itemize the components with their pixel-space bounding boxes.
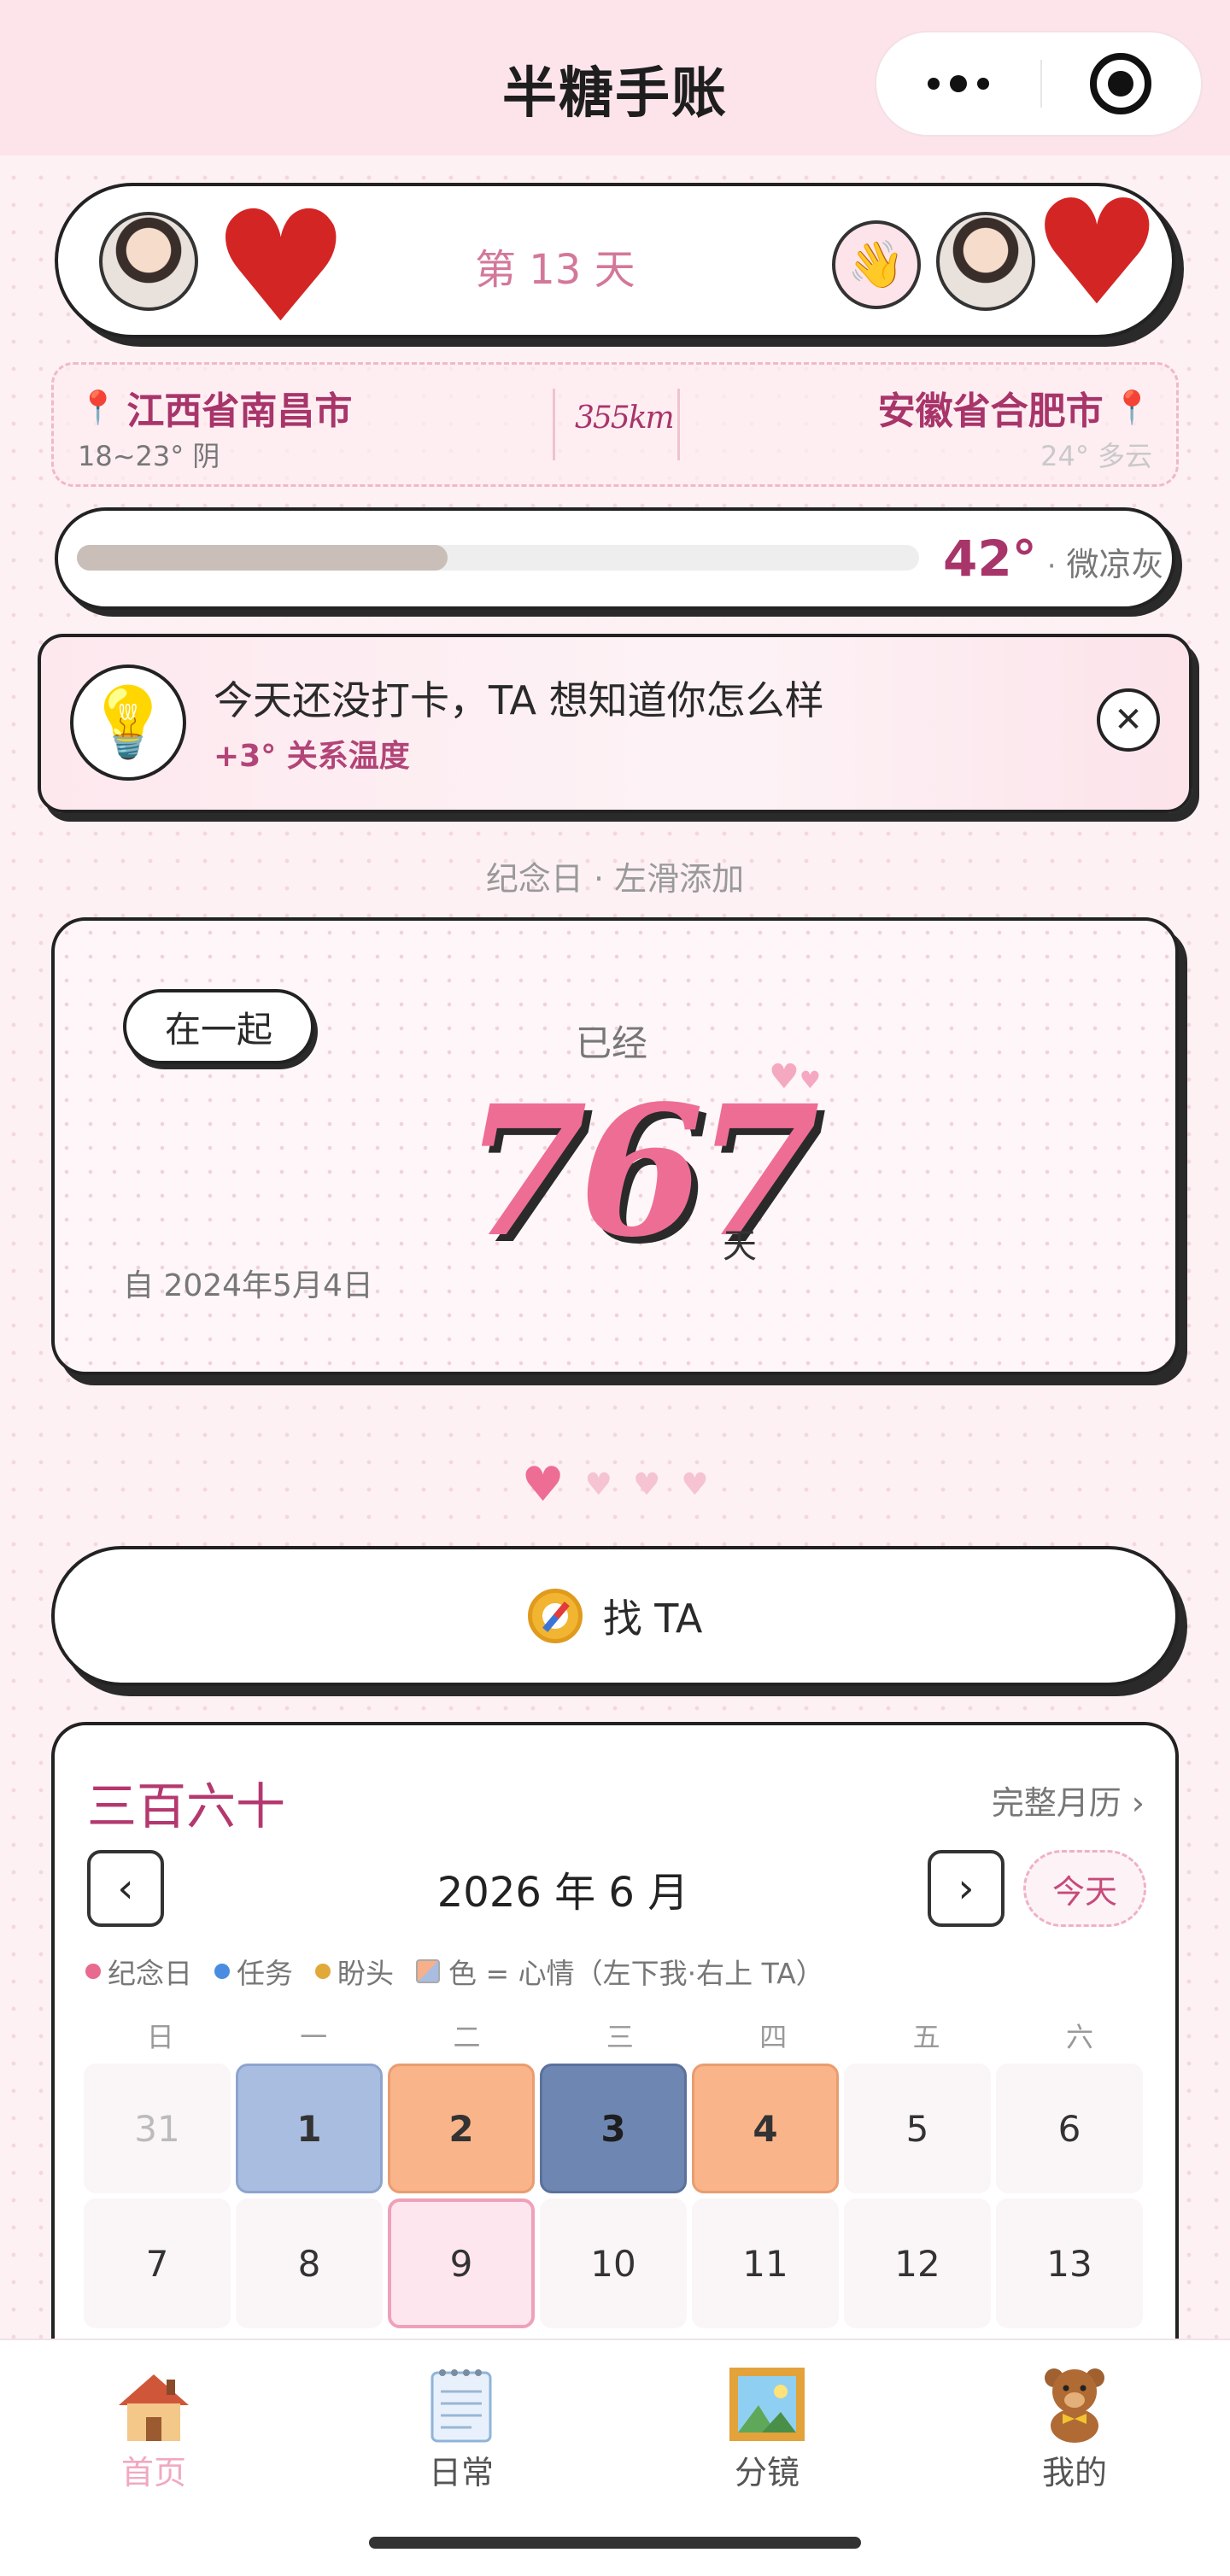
since-date: 自 2024年5月4日 xyxy=(123,1268,373,1303)
calendar-day[interactable]: 13 xyxy=(996,2198,1143,2328)
tab-home-label: 首页 xyxy=(120,2454,186,2491)
temperature-value: 42° xyxy=(943,530,1037,588)
mood-swatch-icon xyxy=(416,1959,440,1983)
legend-hope: 盼头 xyxy=(315,1951,394,1992)
location-bar: 📍 江西省南昌市 18~23° 阴 355km 安徽省合肥市 📍 24° 多云 xyxy=(51,362,1179,487)
checkin-reminder-card[interactable]: 💡 今天还没打卡，TA 想知道你怎么样 +3° 关系温度 ✕ xyxy=(38,634,1192,813)
weekday: 五 xyxy=(912,2021,940,2053)
tab-mine[interactable]: 我的 xyxy=(989,2366,1160,2493)
temperature-bar xyxy=(77,545,919,571)
temperature-bar-fill xyxy=(77,545,448,571)
next-month-button[interactable]: › xyxy=(928,1850,1004,1927)
dot-heart-icon[interactable]: ♥ xyxy=(585,1467,612,1502)
red-heart-icon: ♥ xyxy=(1032,169,1163,338)
left-weather: 18~23° 阴 xyxy=(78,440,220,472)
tab-storyboard-label: 分镜 xyxy=(734,2454,800,2491)
temperature-readout: 42° · 微凉灰 xyxy=(943,530,1164,588)
close-reminder-button[interactable]: ✕ xyxy=(1097,688,1160,752)
home-indicator xyxy=(369,2537,861,2549)
partner-avatar[interactable] xyxy=(936,212,1035,311)
calendar-day[interactable]: 5 xyxy=(844,2064,991,2193)
calendar-day[interactable]: 3 xyxy=(540,2064,687,2193)
calendar-day-today[interactable]: 9 xyxy=(388,2198,535,2328)
legend-mood: 色 = 心情（左下我·右上 TA） xyxy=(416,1951,824,1992)
close-icon: ✕ xyxy=(1114,700,1143,740)
calendar-day[interactable]: 1 xyxy=(236,2064,383,2193)
pin-icon: 📍 xyxy=(78,388,119,426)
pin-icon: 📍 xyxy=(1111,388,1152,426)
calendar-title: 三百六十 xyxy=(87,1777,286,1835)
distance-label: 355km xyxy=(575,401,675,436)
tab-storyboard[interactable]: 分镜 xyxy=(682,2366,852,2493)
anniversary-hint: 纪念日 · 左滑添加 xyxy=(485,860,745,898)
tab-daily[interactable]: 日常 xyxy=(376,2366,547,2493)
anniversary-card[interactable]: 在一起 已经 ♥♥ 767 天 自 2024年5月4日 xyxy=(51,917,1179,1375)
calendar-day[interactable]: 6 xyxy=(996,2064,1143,2193)
calendar-card: 三百六十 完整月历 › ‹ 2026 年 6 月 › 今天 纪念日 任务 盼头 … xyxy=(51,1722,1179,2388)
reminder-title: 今天还没打卡，TA 想知道你怎么样 xyxy=(214,677,824,723)
wave-icon: 👋 xyxy=(847,237,905,291)
weekday: 四 xyxy=(759,2021,788,2053)
weekday: 一 xyxy=(300,2021,328,2053)
distance-divider xyxy=(553,389,555,460)
couple-card: ♥ 第 13 天 👋 ♥ xyxy=(55,169,1175,345)
mini-program-capsule xyxy=(875,31,1203,137)
more-menu-icon[interactable] xyxy=(876,32,1040,135)
calendar-legend: 纪念日 任务 盼头 色 = 心情（左下我·右上 TA） xyxy=(85,1951,846,1992)
dot-heart-icon[interactable]: ♥ xyxy=(633,1467,660,1502)
reminder-subtitle: +3° 关系温度 xyxy=(214,739,410,774)
weekday: 二 xyxy=(453,2021,481,2053)
lightbulb-icon: 💡 xyxy=(70,664,186,781)
distance-divider xyxy=(677,389,680,460)
find-ta-button[interactable]: 找 TA xyxy=(51,1546,1179,1686)
right-city: 安徽省合肥市 xyxy=(877,389,1104,433)
capsule-divider xyxy=(1040,60,1042,108)
right-location: 安徽省合肥市 📍 xyxy=(878,380,1152,435)
full-calendar-link[interactable]: 完整月历 › xyxy=(992,1777,1145,1824)
today-button[interactable]: 今天 xyxy=(1023,1850,1146,1927)
days-unit: 天 xyxy=(723,1227,757,1266)
days-together-count: 767 xyxy=(463,1066,820,1277)
weekday-header: 日 一 二 三 四 五 六 xyxy=(84,2016,1157,2055)
already-label: 已经 xyxy=(576,1022,648,1064)
calendar-day[interactable]: 8 xyxy=(236,2198,383,2328)
wave-button[interactable]: 👋 xyxy=(832,220,921,309)
temperature-label: 微凉灰 xyxy=(1066,546,1164,583)
weekday: 三 xyxy=(606,2021,634,2053)
calendar-day[interactable]: 7 xyxy=(84,2198,231,2328)
tab-mine-label: 我的 xyxy=(1041,2454,1107,2491)
calendar-day[interactable]: 11 xyxy=(692,2198,839,2328)
carousel-indicator: ♥ ♥ ♥ ♥ xyxy=(0,1457,1230,1513)
left-city: 江西省南昌市 xyxy=(126,389,353,433)
framed-picture-icon xyxy=(682,2366,852,2443)
notepad-icon xyxy=(376,2366,547,2443)
calendar-day[interactable]: 12 xyxy=(844,2198,991,2328)
right-weather: 24° 多云 xyxy=(1040,440,1152,472)
together-tag[interactable]: 在一起 xyxy=(123,989,314,1064)
separator: · xyxy=(1046,549,1057,583)
find-ta-label: 找 TA xyxy=(602,1595,703,1642)
calendar-day[interactable]: 4 xyxy=(692,2064,839,2193)
calendar-day[interactable]: 2 xyxy=(388,2064,535,2193)
dot-heart-icon[interactable]: ♥ xyxy=(681,1467,708,1502)
day-counter: 第 13 天 xyxy=(475,246,636,294)
legend-anniversary: 纪念日 xyxy=(85,1951,192,1992)
close-mini-program-icon[interactable] xyxy=(1090,53,1151,114)
compass-icon xyxy=(527,1589,583,1643)
left-location: 📍 江西省南昌市 xyxy=(78,380,352,435)
red-heart-icon: ♥ xyxy=(212,179,350,357)
legend-task: 任务 xyxy=(214,1951,293,1992)
weekday: 六 xyxy=(1066,2021,1094,2053)
calendar-day-outside-month[interactable]: 31 xyxy=(84,2064,231,2193)
month-label: 2026 年 6 月 xyxy=(436,1869,689,1917)
active-dot-heart-icon[interactable]: ♥ xyxy=(521,1457,564,1513)
house-icon xyxy=(68,2366,239,2443)
teddy-bear-icon xyxy=(989,2366,1160,2443)
tab-home[interactable]: 首页 xyxy=(68,2366,239,2493)
weekday: 日 xyxy=(146,2021,174,2053)
tab-daily-label: 日常 xyxy=(428,2454,494,2491)
calendar-day[interactable]: 10 xyxy=(540,2198,687,2328)
my-avatar[interactable] xyxy=(99,212,198,311)
